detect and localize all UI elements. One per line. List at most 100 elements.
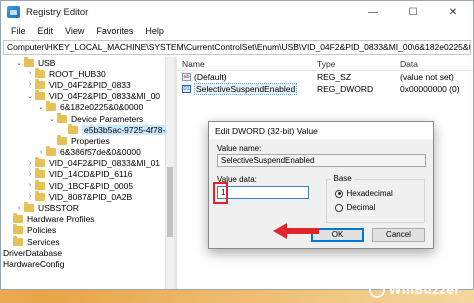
folder-icon [13, 224, 23, 235]
radio-selected-icon [335, 189, 344, 198]
chevron-right-icon[interactable]: › [25, 160, 35, 167]
edit-dword-dialog: Edit DWORD (32-bit) Value Value name: Se… [208, 121, 434, 249]
tree-item-label: HardwareConfig [3, 258, 65, 269]
binary-value-icon: 01 [182, 85, 191, 93]
tree-item-label: Services [27, 236, 60, 247]
column-data-header[interactable]: Data [400, 59, 473, 69]
tree-item-label: VID_04F2&PID_0833&MI_01 [49, 158, 161, 169]
folder-icon [35, 190, 45, 201]
chevron-right-icon[interactable]: › [14, 205, 24, 212]
tree-item-label: 6&182e0225&0&0000 [60, 102, 144, 113]
highlight-box [213, 182, 228, 204]
registry-tree[interactable]: ⌄ USB › ROOT_HUB30 › VID_04F2&PID_0833 ⌄ VID_04… [1, 57, 177, 289]
column-name-header[interactable]: Name [177, 59, 317, 69]
watermark-logo-icon [369, 282, 386, 298]
address-bar[interactable]: Computer\HKEY_LOCAL_MACHINE\SYSTEM\Curre… [3, 40, 471, 55]
folder-icon [35, 168, 45, 179]
chevron-right-icon[interactable]: › [36, 149, 46, 156]
tree-item[interactable]: › VID_04F2&PID_0833 [1, 78, 174, 90]
decimal-radio[interactable]: Decimal [335, 203, 424, 212]
chevron-right-icon[interactable]: › [25, 70, 35, 77]
tree-item-label: VID_1BCF&PID_0005 [49, 180, 134, 191]
scrollbar-thumb[interactable] [167, 167, 173, 237]
title-bar: Registry Editor — ☐ ✕ [1, 1, 473, 23]
tree-item[interactable]: Services [1, 235, 174, 247]
menu-file[interactable]: File [5, 26, 32, 36]
minimize-button[interactable]: — [353, 1, 393, 23]
value-name: (Default) [194, 72, 227, 82]
tree-item[interactable]: DriverDatabase [1, 247, 174, 258]
chevron-down-icon[interactable]: ⌄ [25, 92, 35, 100]
values-header: Name Type Data [177, 57, 473, 71]
menu-favorites[interactable]: Favorites [90, 26, 139, 36]
chevron-right-icon[interactable]: › [25, 193, 35, 200]
tree-item-label: Hardware Profiles [27, 214, 95, 225]
tree-item[interactable]: › VID_1BCF&PID_0005 [1, 179, 174, 191]
chevron-right-icon[interactable]: › [25, 81, 35, 88]
value-type: REG_SZ [317, 72, 352, 82]
chevron-right-icon[interactable]: › [25, 171, 35, 178]
folder-icon [57, 112, 67, 123]
tree-item[interactable]: › VID_04F2&PID_0833&MI_01 [1, 157, 174, 169]
chevron-right-icon[interactable]: › [25, 182, 35, 189]
folder-icon [35, 67, 45, 78]
registry-editor-window: Registry Editor — ☐ ✕ File Edit View Fav… [0, 0, 474, 290]
tree-item-label: VID_8087&PID_0A2B [49, 191, 133, 202]
menu-bar: File Edit View Favorites Help [1, 23, 473, 39]
tree-item[interactable]: Hardware Profiles [1, 213, 174, 225]
tree-item[interactable]: › VID_14CD&PID_6116 [1, 168, 174, 180]
folder-icon [35, 90, 45, 101]
value-data-input[interactable]: 1 [213, 182, 309, 204]
tree-item[interactable]: › 6&386f57de&0&0000 [1, 146, 174, 158]
value-data: 0x00000000 (0) [400, 84, 460, 94]
close-button[interactable]: ✕ [433, 1, 473, 23]
menu-view[interactable]: View [59, 26, 90, 36]
tree-item-label: 6&386f57de&0&0000 [60, 147, 141, 158]
tree-item-label: USB [38, 57, 56, 68]
column-type-header[interactable]: Type [317, 59, 400, 69]
watermark-text: WinBuzzer [388, 283, 460, 297]
folder-icon [57, 134, 67, 145]
value-type: REG_DWORD [317, 84, 374, 94]
chevron-down-icon[interactable]: ⌄ [14, 59, 24, 67]
window-title: Registry Editor [26, 6, 89, 18]
tree-item[interactable]: ⌄ 6&182e0225&0&0000 [1, 101, 174, 113]
value-name-label: Value name: [217, 144, 262, 153]
tree-item[interactable]: HardwareConfig [1, 258, 174, 269]
value-row-default[interactable]: ab (Default) REG_SZ (value not set) [177, 71, 473, 83]
value-row-selective-suspend[interactable]: 01 SelectiveSuspendEnabled REG_DWORD 0x00… [177, 83, 473, 95]
tree-item[interactable]: e5b3b5ac-9725-4f78-9 [1, 123, 174, 135]
tree-item[interactable]: › USBSTOR [1, 202, 174, 213]
tree-item[interactable]: ⌄ VID_04F2&PID_0833&MI_00 [1, 90, 174, 102]
base-label: Base [331, 174, 354, 183]
menu-edit[interactable]: Edit [32, 26, 60, 36]
tree-item[interactable]: ⌄ USB [1, 57, 174, 68]
cancel-button[interactable]: Cancel [372, 228, 425, 242]
tree-item[interactable]: Properties [1, 134, 174, 146]
menu-help[interactable]: Help [139, 26, 170, 36]
tree-item[interactable]: Policies [1, 224, 174, 236]
dialog-title: Edit DWORD (32-bit) Value [215, 125, 318, 136]
tree-item[interactable]: ⌄ Device Parameters [1, 112, 174, 124]
folder-icon [24, 202, 34, 213]
tree-item[interactable]: › VID_8087&PID_0A2B [1, 190, 174, 202]
maximize-button[interactable]: ☐ [393, 1, 433, 23]
tree-scrollbar[interactable] [165, 57, 174, 289]
value-name-field: SelectiveSuspendEnabled [217, 154, 426, 167]
folder-icon [24, 57, 34, 67]
tree-item-label: e5b3b5ac-9725-4f78-9 [82, 124, 173, 135]
base-group: Base Hexadecimal Decimal [326, 174, 425, 223]
chevron-down-icon[interactable]: ⌄ [47, 115, 57, 123]
hexadecimal-radio[interactable]: Hexadecimal [335, 189, 424, 198]
tree-item-label: Properties [71, 135, 110, 146]
folder-icon [35, 157, 45, 168]
tree-item-label: VID_04F2&PID_0833&MI_00 [49, 91, 161, 102]
tree-item[interactable]: › ROOT_HUB30 [1, 67, 174, 79]
folder-icon [46, 146, 56, 157]
folder-icon [68, 123, 78, 134]
decimal-label: Decimal [346, 203, 376, 212]
hexadecimal-label: Hexadecimal [346, 189, 393, 198]
radio-unselected-icon [335, 203, 344, 212]
chevron-down-icon[interactable]: ⌄ [36, 103, 46, 111]
folder-icon [13, 235, 23, 246]
